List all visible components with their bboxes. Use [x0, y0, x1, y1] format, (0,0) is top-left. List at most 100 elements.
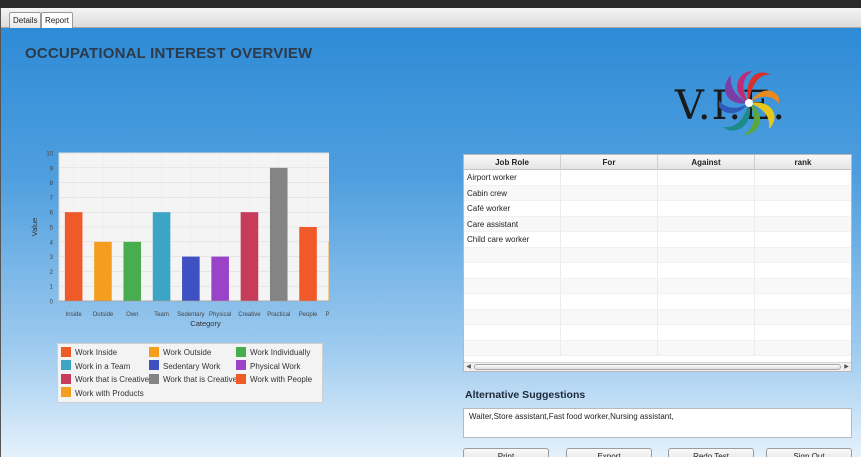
table-cell [755, 248, 851, 263]
bar-creative[interactable] [240, 212, 259, 301]
column-header-for[interactable]: For [561, 155, 658, 170]
y-tick-label: 3 [50, 255, 54, 261]
legend-label: Work Inside [75, 348, 118, 357]
legend-item: Work with Products [61, 387, 144, 400]
legend-swatch [61, 387, 71, 398]
y-tick-label: 5 [50, 226, 54, 232]
legend-label: Work that is Creative [163, 375, 238, 384]
table-cell [658, 185, 755, 201]
table-row[interactable] [464, 309, 851, 325]
table-cell [561, 232, 658, 247]
tab-details[interactable]: Details [9, 12, 42, 28]
table-row[interactable] [464, 340, 851, 356]
table-cell: Cabin crew [464, 185, 561, 201]
table-cell [755, 217, 851, 232]
table-cell [658, 340, 755, 356]
legend-item: Work Outside [149, 346, 212, 359]
interest-bar-chart: 0 1 2 3 4 5 6 7 8 9 10 Inside Outside Own Team Sedentar… [30, 152, 329, 328]
table-cell [561, 216, 658, 232]
bar-outside[interactable] [94, 241, 112, 301]
table-row[interactable] [464, 325, 851, 341]
export-button[interactable]: Export [566, 448, 652, 457]
x-tick-label: Team [154, 312, 169, 318]
scrollbar-thumb[interactable] [474, 364, 841, 370]
table-row[interactable] [464, 278, 851, 294]
y-tick-label: 9 [50, 166, 54, 172]
table-cell [755, 341, 851, 356]
legend-label: Work Individually [250, 348, 311, 357]
table-cell [755, 232, 851, 247]
swirl-logo-icon [719, 71, 779, 135]
alternative-suggestions-box[interactable]: Waiter,Store assistant,Fast food worker,… [463, 408, 852, 438]
x-axis-label: Category [190, 319, 221, 328]
legend-label: Work Outside [163, 348, 212, 357]
table-cell [561, 294, 658, 309]
table-row[interactable] [464, 294, 851, 310]
chart-legend: Work Inside Work Outside Work Individually… [57, 343, 323, 403]
bar-physical[interactable] [211, 256, 229, 301]
redo-test-button[interactable]: Redo Test [668, 448, 754, 457]
table-row[interactable]: Airport worker [464, 170, 851, 186]
bar-people[interactable] [299, 227, 317, 301]
table-cell [658, 263, 755, 278]
legend-label: Work with Products [75, 388, 144, 398]
vie-logo: V.I.E. [675, 61, 833, 151]
table-row[interactable] [464, 263, 851, 279]
table-row[interactable]: Care assistant [464, 216, 851, 232]
sign-out-button[interactable]: Sign Out [766, 448, 852, 457]
bar-practical[interactable] [269, 167, 288, 301]
y-axis-label: Value [30, 218, 39, 237]
table-cell [464, 294, 561, 309]
tab-report[interactable]: Report [41, 12, 74, 28]
print-button[interactable]: Print [463, 448, 549, 457]
legend-swatch [61, 360, 71, 371]
table-cell: Airport worker [464, 170, 561, 185]
horizontal-scrollbar[interactable]: ◀ ▶ [464, 362, 851, 371]
scroll-right-icon[interactable]: ▶ [842, 363, 851, 371]
bar-sedentary[interactable] [182, 256, 200, 301]
table-cell [658, 216, 755, 232]
table-row[interactable]: Child care worker [464, 232, 851, 248]
y-tick-label: 0 [50, 300, 54, 306]
table-cell [658, 170, 755, 185]
table-cell: Child care worker [464, 232, 561, 247]
column-header-against[interactable]: Against [658, 155, 755, 170]
job-role-table[interactable]: Job Role For Against rank Airport worker… [463, 154, 852, 372]
legend-swatch [149, 373, 159, 384]
table-row[interactable]: Cabin crew [464, 185, 851, 201]
bar-inside[interactable] [64, 212, 83, 301]
legend-item: Work that is Creative [149, 373, 238, 386]
scroll-left-icon[interactable]: ◀ [464, 363, 473, 371]
legend-item: Work that is Creative [61, 373, 149, 386]
legend-swatch [236, 346, 246, 357]
y-tick-label: 2 [50, 270, 54, 276]
x-tick-label: Sedentary [177, 312, 204, 318]
tab-bar: Details Report [1, 8, 861, 28]
table-cell [658, 247, 755, 263]
legend-swatch [149, 360, 159, 371]
table-cell [464, 325, 561, 340]
legend-label: Sedentary Work [163, 361, 221, 371]
table-cell [464, 263, 561, 278]
legend-swatch [61, 346, 71, 357]
column-header-rank[interactable]: rank [755, 155, 851, 170]
legend-item: Sedentary Work [149, 360, 221, 373]
table-row[interactable]: Café worker [464, 201, 851, 217]
table-cell [755, 263, 851, 278]
y-tick-label: 4 [50, 240, 54, 246]
legend-swatch [149, 346, 159, 357]
table-row[interactable] [464, 247, 851, 263]
x-tick-label: Practical [267, 312, 290, 318]
table-cell [658, 232, 755, 247]
legend-swatch [236, 360, 246, 371]
y-tick-label: 10 [46, 152, 53, 158]
table-cell [755, 279, 851, 294]
table-header: Job Role For Against rank [464, 155, 851, 170]
legend-item: Work with People [236, 373, 312, 386]
app-window: Details Report OCCUPATIONAL INTEREST OVE… [0, 8, 861, 457]
alternative-suggestions-title: Alternative Suggestions [465, 389, 586, 401]
table-cell [755, 201, 851, 216]
column-header-job-role[interactable]: Job Role [464, 155, 561, 170]
bar-own[interactable] [123, 241, 142, 301]
bar-team[interactable] [152, 212, 171, 301]
